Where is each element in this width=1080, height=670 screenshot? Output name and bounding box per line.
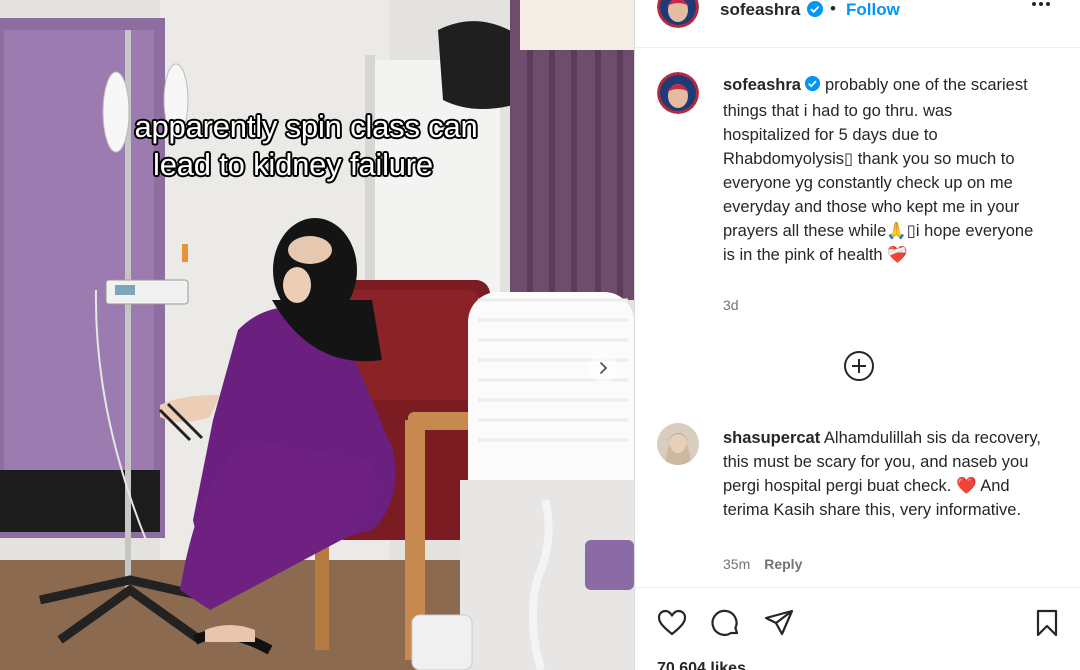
likes-count[interactable]: 70,604 likes	[657, 660, 746, 670]
comment-timestamp[interactable]: 35m	[723, 556, 750, 572]
verified-badge-icon	[804, 75, 821, 99]
comment-icon[interactable]	[710, 607, 742, 639]
follow-button[interactable]: Follow	[846, 0, 900, 20]
overlay-line-1: apparently spin class can	[134, 109, 478, 144]
more-options-icon[interactable]	[1032, 2, 1050, 6]
share-icon[interactable]	[763, 607, 795, 639]
author-avatar[interactable]	[657, 0, 699, 28]
caption-text-block: sofeashra probably one of the scariest th…	[723, 73, 1043, 267]
save-bookmark-icon[interactable]	[1031, 607, 1063, 639]
comment-meta: 35m Reply	[723, 556, 802, 572]
comment-text-block: shasupercat Alhamdulillah sis da recover…	[723, 426, 1059, 522]
load-more-comments-icon[interactable]	[843, 350, 875, 382]
verified-badge-icon	[806, 0, 824, 23]
overlay-line-2: lead to kidney failure	[153, 147, 433, 182]
commenter-avatar[interactable]	[657, 423, 699, 465]
caption-author-avatar[interactable]	[657, 72, 699, 114]
post-side-panel: sofeashra • Follow sofeashra probably one…	[635, 0, 1080, 670]
commenter-username[interactable]: shasupercat	[723, 429, 820, 447]
caption-body: probably one of the scariest things that…	[723, 76, 1034, 264]
post-actions-bar: 70,604 likes	[635, 587, 1080, 670]
post-photo	[0, 0, 634, 670]
author-username[interactable]: sofeashra	[720, 0, 800, 20]
post-header: sofeashra • Follow	[635, 0, 1080, 48]
header-separator: •	[830, 0, 836, 18]
post-overlay-text: apparently spin class can lead to kidney…	[0, 108, 634, 184]
heart-icon[interactable]	[656, 607, 688, 639]
next-slide-button[interactable]	[588, 353, 618, 383]
next-slide-icon	[600, 362, 608, 374]
post-media[interactable]: apparently spin class can lead to kidney…	[0, 0, 634, 670]
caption-username[interactable]: sofeashra	[723, 76, 801, 94]
caption-timestamp[interactable]: 3d	[723, 297, 739, 313]
reply-button[interactable]: Reply	[764, 556, 802, 572]
